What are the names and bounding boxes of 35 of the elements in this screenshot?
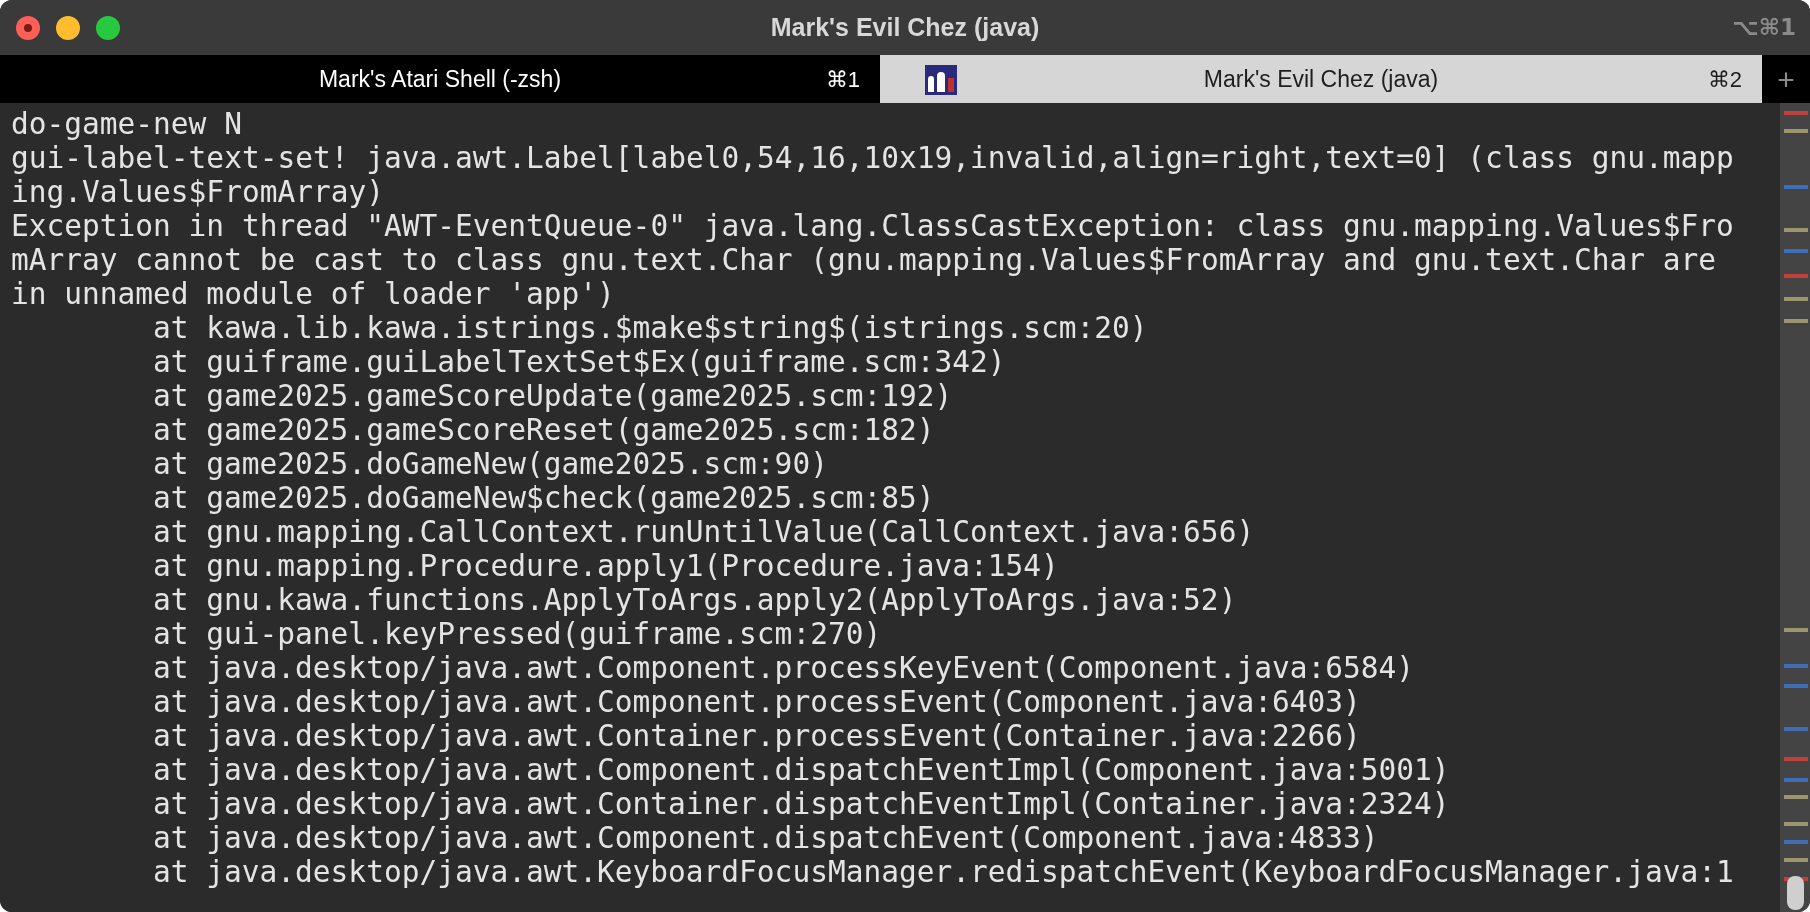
terminal-line: at gnu.mapping.Procedure.apply1(Procedure.java:154)	[153, 549, 1059, 583]
terminal-line: do-game-new N	[11, 107, 242, 141]
terminal-line: Exception in thread "AWT-EventQueue-0" java.lang.ClassCastException: class gnu.mapping.Values$Fro	[11, 209, 1734, 243]
close-window-icon[interactable]	[16, 16, 40, 40]
terminal-line: at game2025.gameScoreUpdate(game2025.scm:192)	[153, 379, 953, 413]
terminal-line: at java.desktop/java.awt.Component.dispatchEventImpl(Component.java:5001)	[153, 753, 1450, 787]
zoom-window-icon[interactable]	[96, 16, 120, 40]
terminal-line: mArray cannot be cast to class gnu.text.Char (gnu.mapping.Values$FromArray and gnu.text.Char are	[11, 243, 1716, 277]
terminal-line: at java.desktop/java.awt.Component.processEvent(Component.java:6403)	[153, 685, 1361, 719]
minimize-window-icon[interactable]	[56, 16, 80, 40]
terminal-line: at java.desktop/java.awt.Component.dispatchEvent(Component.java:4833)	[153, 821, 1379, 855]
terminal-line: at game2025.doGameNew$check(game2025.scm:85)	[153, 481, 935, 515]
terminal-tab[interactable]: Mark's Evil Chez (java) ⌘2	[880, 55, 1762, 103]
terminal-line: at game2025.doGameNew(game2025.scm:90)	[153, 447, 828, 481]
terminal-line: in unnamed module of loader 'app')	[11, 277, 615, 311]
terminal-line: at java.desktop/java.awt.Container.dispatchEventImpl(Container.java:2324)	[153, 787, 1450, 821]
window-shortcut: ⌥⌘1	[1732, 13, 1796, 43]
tab-shortcut: ⌘1	[825, 65, 860, 94]
window-title: Mark's Evil Chez (java)	[770, 11, 1040, 43]
terminal-line: at kawa.lib.kawa.istrings.$make$string$(istrings.scm:20)	[153, 311, 1148, 345]
terminal-line: at gnu.kawa.functions.ApplyToArgs.apply2(ApplyToArgs.java:52)	[153, 583, 1237, 617]
terminal-line: gui-label-text-set! java.awt.Label[label0,54,16,10x19,invalid,align=right,text=0] (class gnu.mapp	[11, 141, 1734, 175]
new-tab-button[interactable]: +	[1762, 55, 1810, 103]
tab-shortcut: ⌘2	[1707, 65, 1742, 94]
terminal-tab[interactable]: Mark's Atari Shell (-zsh) ⌘1	[0, 55, 880, 103]
tab-title: Mark's Evil Chez (java)	[1203, 64, 1439, 94]
terminal-line: at java.desktop/java.awt.Component.processKeyEvent(Component.java:6584)	[153, 651, 1414, 685]
tab-title: Mark's Atari Shell (-zsh)	[318, 64, 562, 94]
terminal-line: ing.Values$FromArray)	[11, 175, 384, 209]
terminal-line: at gnu.mapping.CallContext.runUntilValue(CallContext.java:656)	[153, 515, 1255, 549]
terminal-line: at java.desktop/java.awt.KeyboardFocusManager.redispatchEvent(KeyboardFocusManager.java:1	[153, 855, 1734, 889]
terminal-line: at game2025.gameScoreReset(game2025.scm:182)	[153, 413, 935, 447]
terminal-line: at guiframe.guiLabelTextSet$Ex(guiframe.scm:342)	[153, 345, 1006, 379]
terminal-line: at gui-panel.keyPressed(guiframe.scm:270)	[153, 617, 882, 651]
terminal-line: at java.desktop/java.awt.Container.processEvent(Container.java:2266)	[153, 719, 1361, 753]
